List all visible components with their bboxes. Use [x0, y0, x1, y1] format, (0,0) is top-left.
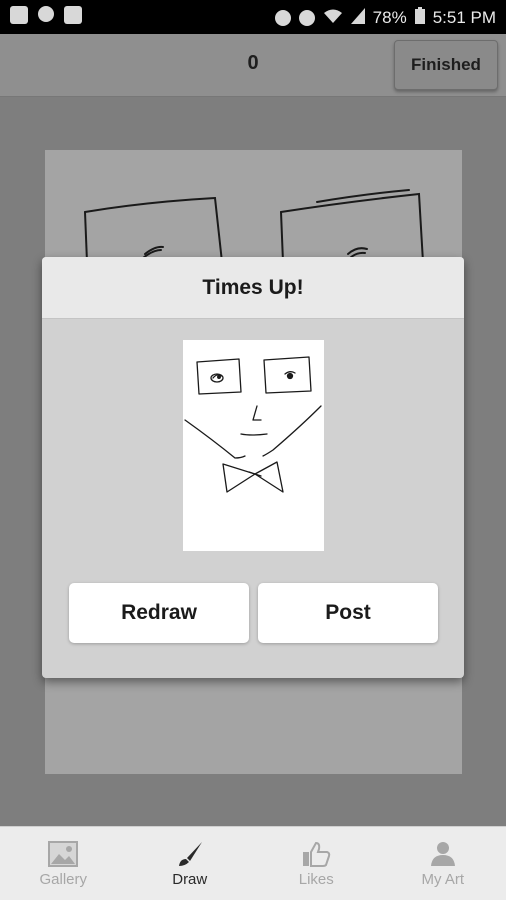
nav-label-gallery: Gallery — [39, 871, 87, 888]
gallery-icon — [48, 841, 79, 867]
post-button[interactable]: Post — [258, 583, 438, 643]
nav-label-my-art: My Art — [421, 871, 464, 888]
person-icon — [430, 842, 455, 866]
notification-icons — [10, 6, 82, 24]
dialog-title: Times Up! — [42, 257, 464, 319]
bottom-navigation: Gallery Draw Likes My Art — [0, 826, 506, 900]
image-icon — [64, 6, 82, 24]
top-bar: 0 Finished — [0, 34, 506, 97]
mute-icon — [274, 10, 291, 26]
brush-icon — [178, 842, 202, 866]
system-status: 78% 5:51 PM — [274, 7, 496, 29]
clock: 5:51 PM — [432, 8, 496, 27]
reddit-icon — [38, 6, 54, 22]
nav-item-my-art[interactable]: My Art — [380, 827, 506, 900]
thumbs-up-icon — [303, 841, 331, 867]
nav-item-likes[interactable]: Likes — [253, 827, 380, 900]
signal-icon — [350, 7, 365, 29]
drawing-preview-sketch — [184, 356, 322, 493]
nav-item-draw[interactable]: Draw — [127, 827, 254, 900]
message-icon — [10, 6, 28, 24]
redraw-button[interactable]: Redraw — [69, 583, 249, 643]
battery-icon — [414, 7, 425, 29]
battery-percent: 78% — [372, 8, 407, 27]
wifi-icon — [323, 8, 343, 29]
drawing-preview — [183, 340, 324, 551]
nav-item-gallery[interactable]: Gallery — [0, 827, 127, 900]
times-up-dialog: Times Up! Redraw Post — [42, 257, 464, 678]
finished-button[interactable]: Finished — [394, 40, 498, 90]
nav-label-likes: Likes — [298, 871, 334, 888]
status-bar: 78% 5:51 PM — [0, 0, 506, 34]
alarm-icon — [298, 10, 315, 26]
nav-label-draw: Draw — [172, 871, 208, 888]
